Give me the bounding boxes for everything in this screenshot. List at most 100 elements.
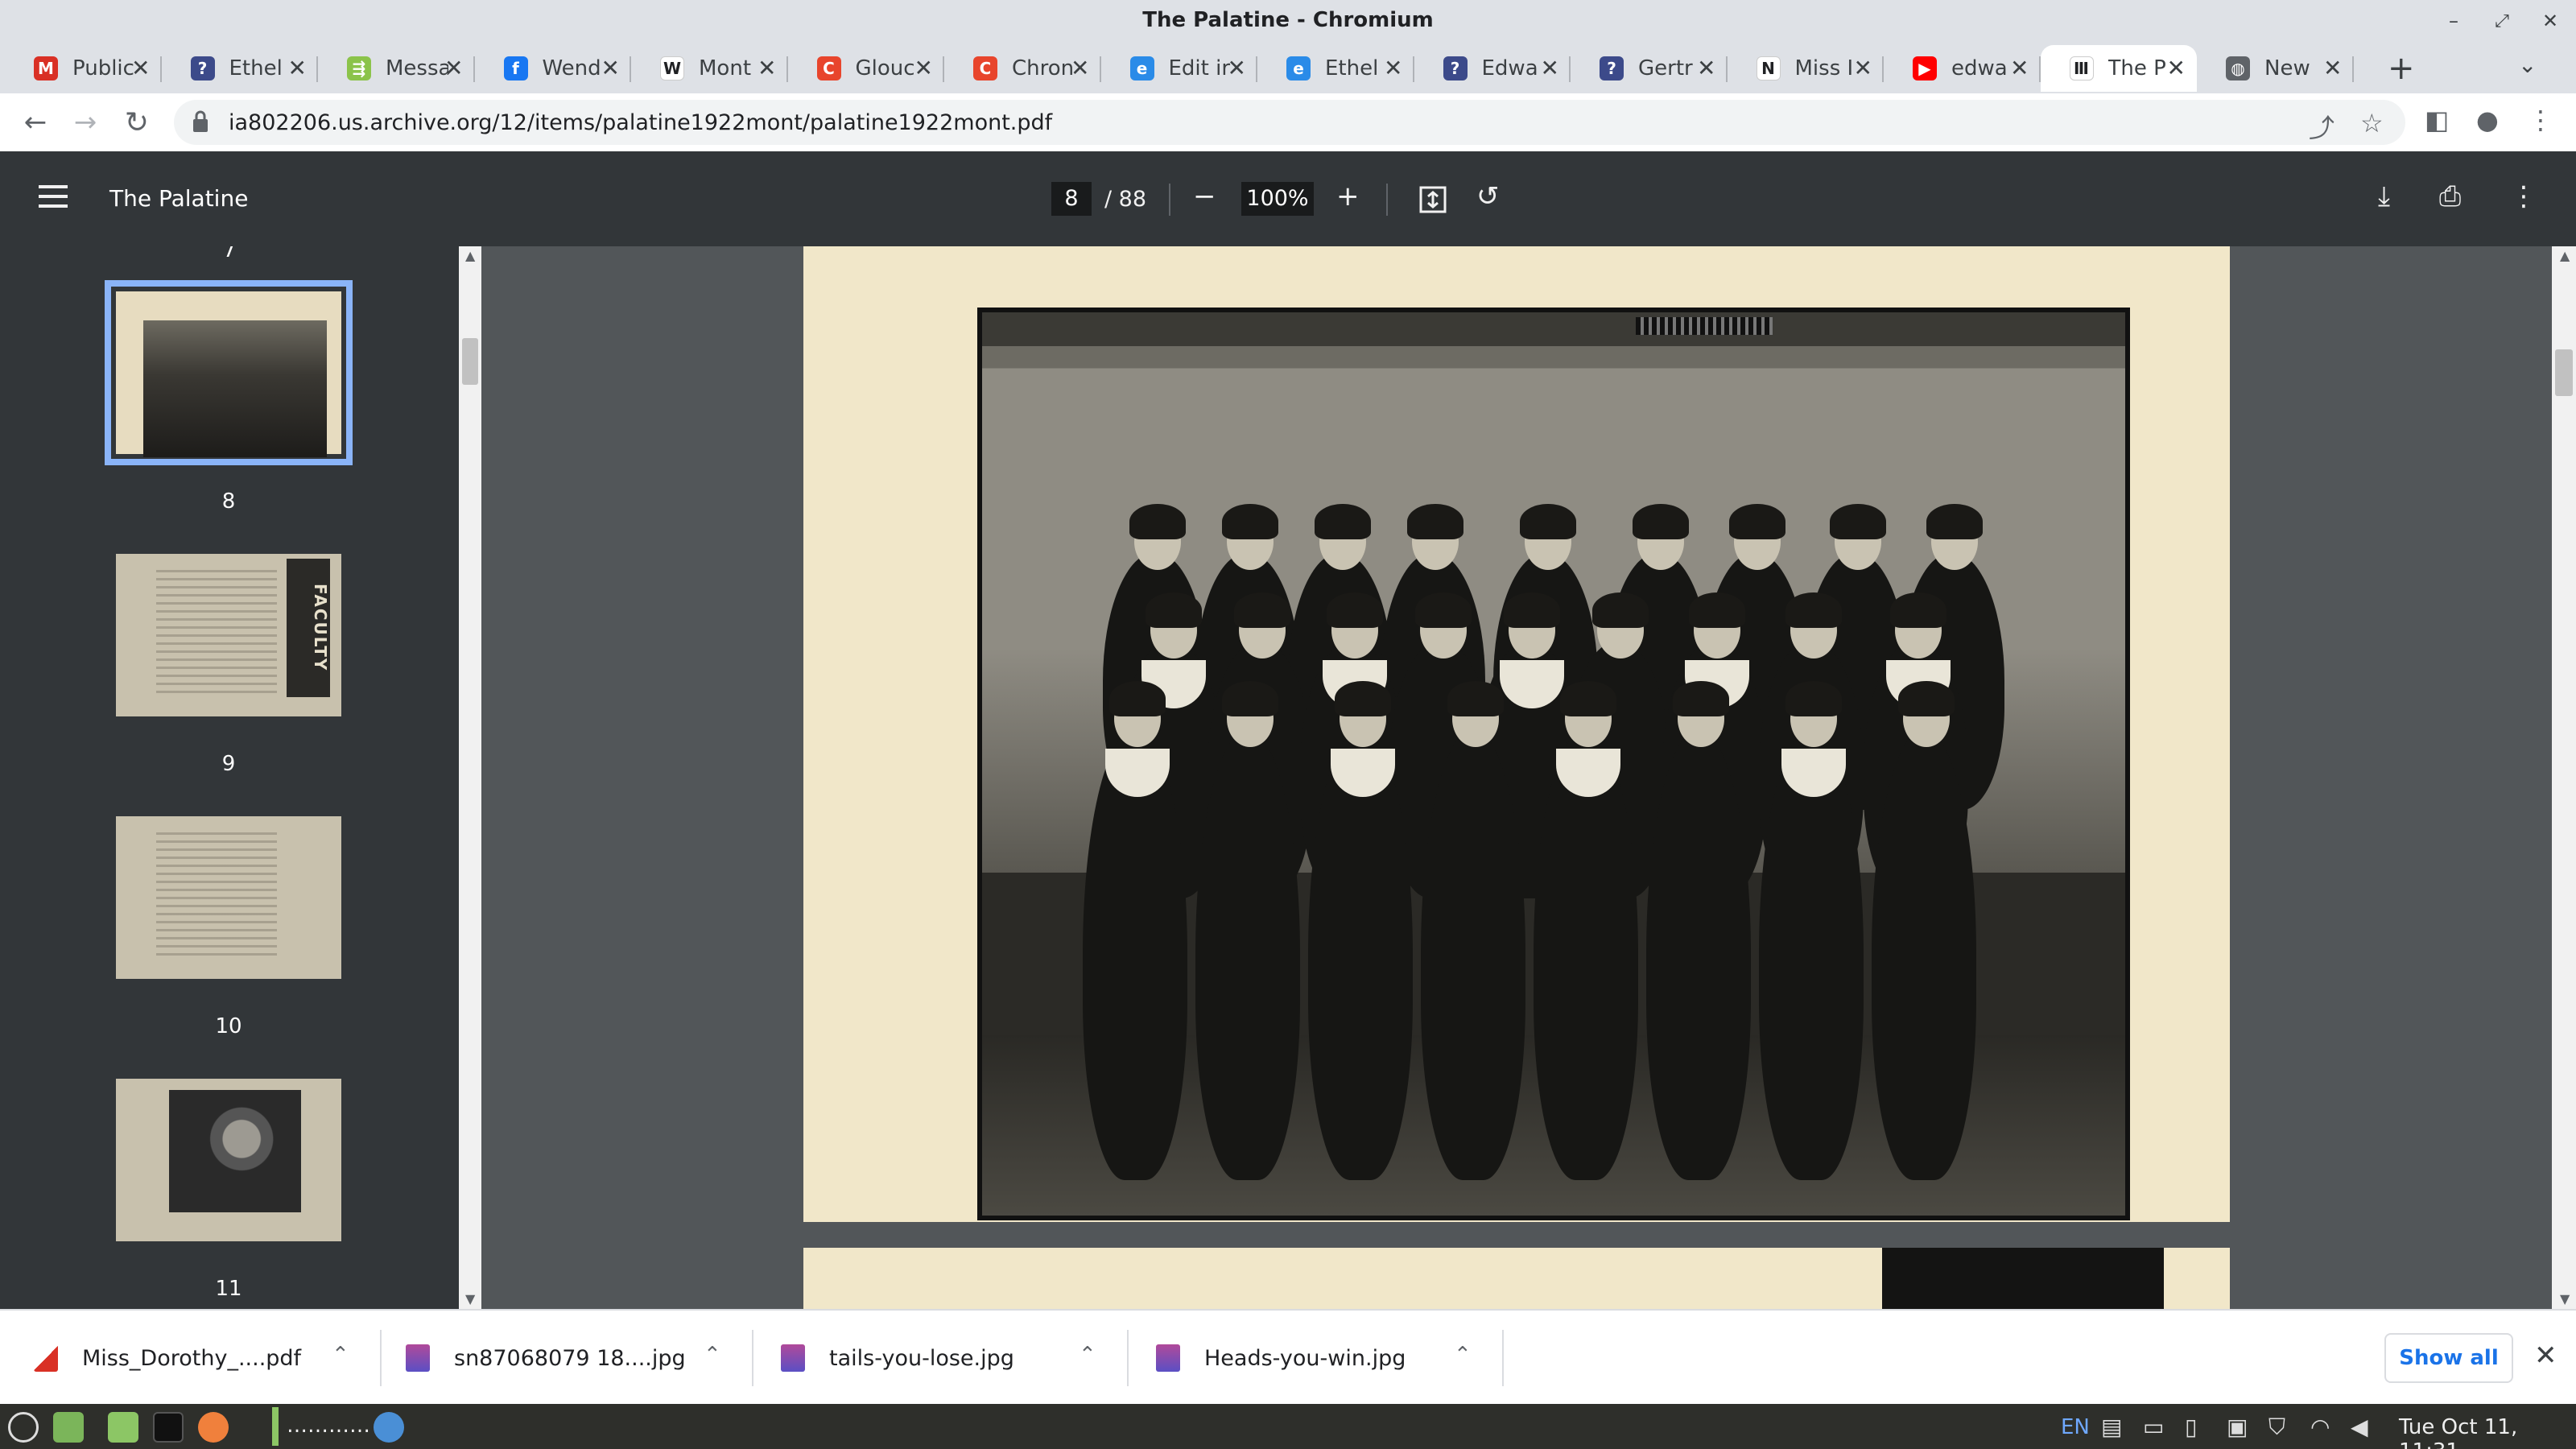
- close-downloads-bar-icon[interactable]: ✕: [2534, 1340, 2557, 1372]
- newspapers-icon: N: [1756, 56, 1781, 80]
- tab-close-icon[interactable]: ✕: [131, 55, 150, 81]
- tab-close-icon[interactable]: ✕: [1384, 55, 1402, 81]
- print-icon[interactable]: ⎙: [2439, 180, 2461, 213]
- loc-icon: C: [816, 56, 841, 80]
- display-icon[interactable]: ▤: [2101, 1414, 2122, 1440]
- download-options-chevron-icon[interactable]: ⌃: [332, 1343, 349, 1367]
- page-thumbnail[interactable]: 11: [116, 1079, 341, 1301]
- tab-close-icon[interactable]: ✕: [1228, 55, 1246, 81]
- browser-tab[interactable]: N Miss I ✕: [1728, 45, 1884, 92]
- scroll-down-arrow-icon[interactable]: ▼: [465, 1291, 475, 1307]
- download-item[interactable]: tails-you-lose.jpg ⌃: [781, 1311, 1143, 1406]
- chromium-icon[interactable]: [374, 1412, 404, 1443]
- tab-close-icon[interactable]: ✕: [2323, 55, 2342, 81]
- page-thumbnail[interactable]: FACULTY 9: [116, 554, 341, 776]
- new-tab-button[interactable]: +: [2388, 50, 2415, 87]
- download-item[interactable]: sn87068079 18....jpg ⌃: [406, 1311, 768, 1406]
- forward-arrow-icon[interactable]: →: [68, 105, 103, 140]
- url-text[interactable]: ia802206.us.archive.org/12/items/palatin…: [229, 110, 1052, 135]
- clipboard-icon[interactable]: ▯: [2185, 1414, 2197, 1440]
- download-options-chevron-icon[interactable]: ⌃: [704, 1343, 721, 1367]
- back-arrow-icon[interactable]: ←: [18, 105, 53, 140]
- tab-close-icon[interactable]: ✕: [601, 55, 620, 81]
- start-menu-icon[interactable]: [8, 1412, 39, 1443]
- pdf-document-area[interactable]: [481, 246, 2552, 1309]
- browser-tab[interactable]: ? Edwa ✕: [1414, 45, 1571, 92]
- tab-label: New: [2264, 56, 2310, 80]
- fit-page-icon[interactable]: [1418, 185, 1447, 214]
- browser-tab[interactable]: C Chron ✕: [944, 45, 1101, 92]
- close-window-button[interactable]: ✕: [2528, 5, 2573, 37]
- firefox-icon[interactable]: [198, 1412, 229, 1443]
- show-desktop-icon[interactable]: [53, 1412, 84, 1443]
- tab-close-icon[interactable]: ✕: [288, 55, 307, 81]
- taskbar-window-button[interactable]: …………: [287, 1414, 370, 1438]
- pdf-more-options-icon[interactable]: ⋮: [2510, 180, 2537, 213]
- thumbnail-sidebar[interactable]: 7 8 FACULTY 9 10 11: [0, 246, 459, 1309]
- update-icon[interactable]: ▣: [2227, 1414, 2248, 1440]
- side-panel-icon[interactable]: ◧: [2425, 105, 2449, 135]
- tab-close-icon[interactable]: ✕: [444, 55, 463, 81]
- doc-scroll-up-arrow-icon[interactable]: ▲: [2560, 248, 2570, 263]
- clock[interactable]: Tue Oct 11, 11:31: [2399, 1415, 2576, 1449]
- zoom-out-icon[interactable]: −: [1193, 180, 1216, 213]
- browser-tab[interactable]: ▶ edwa ✕: [1884, 45, 2041, 92]
- bookmark-star-icon[interactable]: ☆: [2360, 108, 2384, 138]
- reload-icon[interactable]: ↻: [119, 105, 155, 140]
- share-icon[interactable]: ⤴: [2309, 108, 2334, 145]
- doc-scroll-down-arrow-icon[interactable]: ▼: [2560, 1291, 2570, 1307]
- browser-tab[interactable]: ? Ethel ✕: [162, 45, 318, 92]
- tab-close-icon[interactable]: ✕: [2010, 55, 2029, 81]
- minimize-button[interactable]: –: [2431, 5, 2476, 37]
- zoom-level-input[interactable]: 100%: [1241, 182, 1314, 216]
- rotate-icon[interactable]: ↺: [1476, 180, 1500, 213]
- download-options-chevron-icon[interactable]: ⌃: [1079, 1343, 1096, 1367]
- file-manager-icon[interactable]: [108, 1412, 138, 1443]
- profile-avatar-icon[interactable]: ●: [2476, 105, 2499, 135]
- download-options-chevron-icon[interactable]: ⌃: [1454, 1343, 1472, 1367]
- tab-close-icon[interactable]: ✕: [914, 55, 933, 81]
- browser-tab[interactable]: ⇶ Messa ✕: [318, 45, 475, 92]
- tab-close-icon[interactable]: ✕: [1854, 55, 1872, 81]
- document-scrollbar[interactable]: [2552, 246, 2576, 1309]
- download-item[interactable]: Miss_Dorothy_....pdf ⌃: [34, 1311, 396, 1406]
- page-number-input[interactable]: 8: [1051, 182, 1092, 216]
- scroll-up-arrow-icon[interactable]: ▲: [465, 248, 475, 263]
- edit-icon: e: [1129, 56, 1154, 80]
- browser-tab[interactable]: Ⅲ The P ✕: [2040, 45, 2197, 92]
- browser-tab[interactable]: ◍ New ✕: [2197, 45, 2354, 92]
- download-icon[interactable]: ⤓: [2378, 180, 2390, 213]
- download-item[interactable]: Heads-you-win.jpg ⌃: [1156, 1311, 1518, 1406]
- page-thumbnail[interactable]: 10: [116, 816, 341, 1038]
- browser-tab[interactable]: f Wend ✕: [475, 45, 631, 92]
- browser-tab[interactable]: W Mont ✕: [631, 45, 788, 92]
- browser-tab[interactable]: e Edit ir ✕: [1101, 45, 1257, 92]
- sidebar-scroll-thumb[interactable]: [462, 338, 478, 385]
- document-scroll-thumb[interactable]: [2555, 349, 2573, 396]
- facebook-icon: f: [503, 56, 528, 80]
- page-thumbnail[interactable]: 8: [105, 280, 353, 514]
- hamburger-menu-icon[interactable]: [39, 185, 68, 208]
- address-bar[interactable]: ia802206.us.archive.org/12/items/palatin…: [174, 100, 2405, 145]
- browser-menu-icon[interactable]: ⋮: [2528, 105, 2553, 135]
- sidebar-scrollbar[interactable]: [459, 246, 481, 1309]
- browser-tab[interactable]: ? Gertr ✕: [1571, 45, 1728, 92]
- browser-tab[interactable]: M Public ✕: [5, 45, 162, 92]
- tab-close-icon[interactable]: ✕: [1697, 55, 1715, 81]
- wifi-icon[interactable]: ◠: [2310, 1414, 2330, 1440]
- volume-icon[interactable]: ◀: [2351, 1414, 2368, 1440]
- keyboard-language[interactable]: EN: [2061, 1415, 2090, 1439]
- terminal-icon[interactable]: [153, 1412, 184, 1443]
- tab-close-icon[interactable]: ✕: [758, 55, 776, 81]
- tab-close-icon[interactable]: ✕: [1541, 55, 1559, 81]
- browser-tab[interactable]: e Ethel ✕: [1257, 45, 1414, 92]
- tab-search-chevron-icon[interactable]: ⌄: [2518, 52, 2537, 78]
- maximize-button[interactable]: ⤢: [2479, 5, 2524, 37]
- removable-drive-icon[interactable]: ▭: [2143, 1414, 2164, 1440]
- shield-icon[interactable]: ⛉: [2268, 1414, 2285, 1441]
- show-all-downloads-button[interactable]: Show all: [2384, 1333, 2513, 1383]
- tab-close-icon[interactable]: ✕: [2167, 55, 2186, 81]
- zoom-in-icon[interactable]: +: [1336, 180, 1360, 213]
- tab-close-icon[interactable]: ✕: [1071, 55, 1089, 81]
- browser-tab[interactable]: C Glouc ✕: [788, 45, 944, 92]
